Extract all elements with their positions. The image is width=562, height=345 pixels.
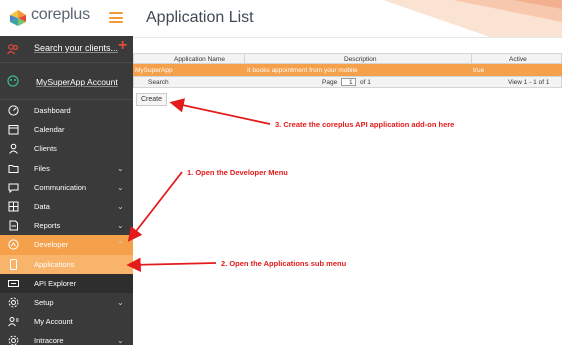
arrow-step2	[126, 257, 217, 272]
arrow-step3	[169, 98, 271, 125]
arrow-step1	[127, 171, 183, 242]
annotation-step1: 1. Open the Developer Menu	[187, 168, 288, 177]
annotation-step3: 3. Create the coreplus API application a…	[275, 120, 455, 129]
annotation-step2: 2. Open the Applications sub menu	[221, 259, 347, 268]
